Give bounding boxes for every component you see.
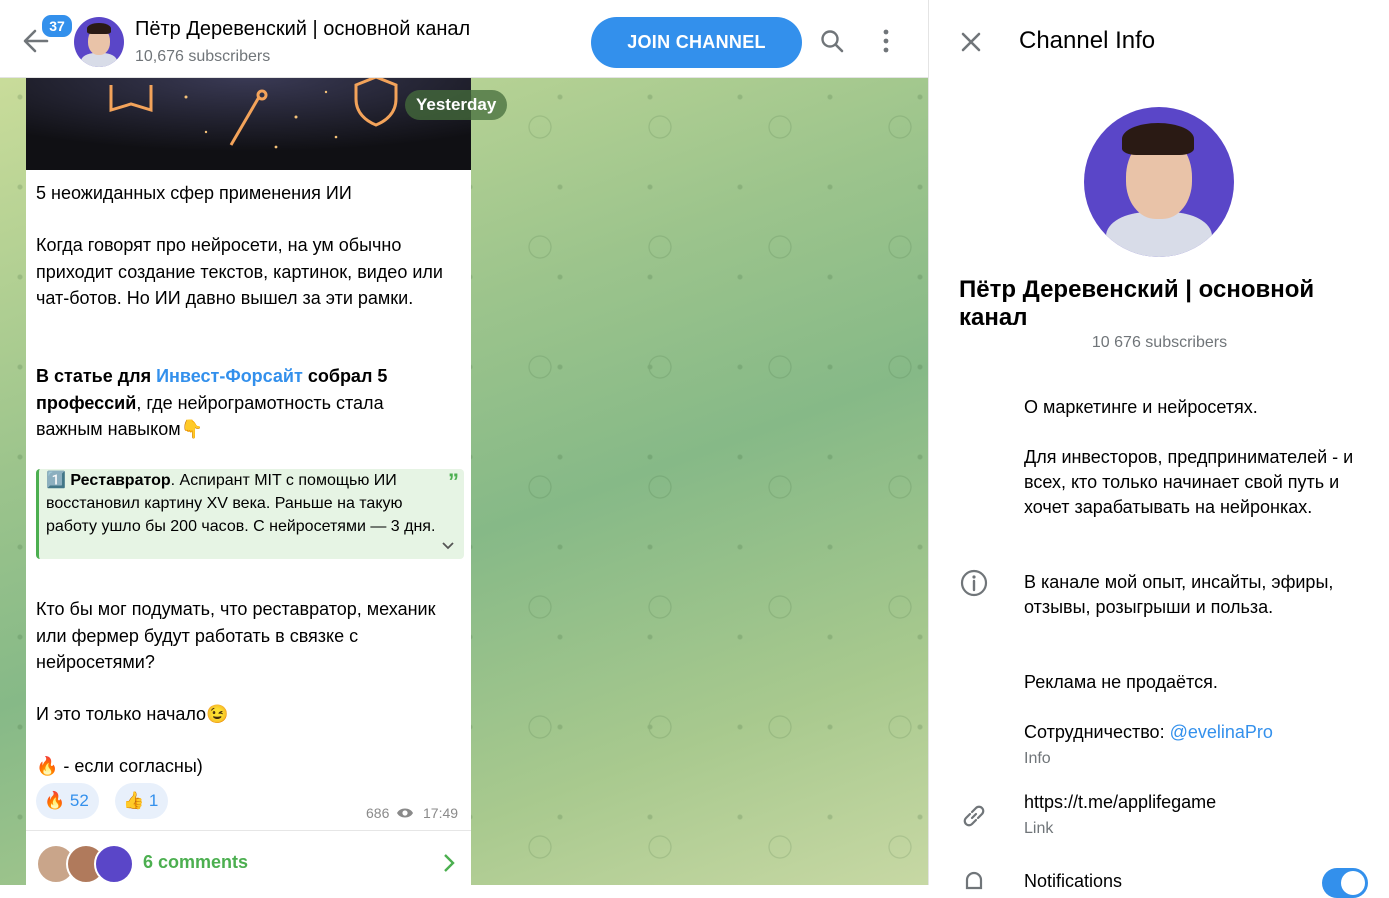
subscriber-count: 10 676 subscribers <box>1091 334 1228 351</box>
info-icon <box>960 569 988 597</box>
text-bold: В статье для <box>36 366 157 386</box>
description-line: О маркетинге и нейросетях. <box>1024 397 1258 417</box>
post-paragraph: В статье для Инвест-Форсайт собрал 5 про… <box>36 363 446 443</box>
views-count: 686 <box>366 805 390 821</box>
description-line: В канале мой опыт, инсайты, эфиры, отзыв… <box>1024 572 1334 617</box>
date-badge: Yesterday <box>405 90 508 120</box>
quote-icon: ” <box>448 469 459 494</box>
close-icon[interactable] <box>959 30 983 54</box>
chat-pane: 5 неожиданных сфер применения ИИ Когда г… <box>0 0 928 885</box>
post-paragraph: И это только начало😉 <box>36 704 229 724</box>
channel-link[interactable]: https://t.me/applifegame <box>1024 790 1369 815</box>
channel-title[interactable]: Пётр Деревенский | основной канал <box>135 18 470 41</box>
bell-icon <box>965 871 983 890</box>
blockquote[interactable]: 1️⃣ Реставратор. Аспирант MIT с помощью … <box>36 469 464 559</box>
reaction-thumbs-up[interactable]: 👍 1 <box>115 783 169 819</box>
reaction-count: 1 <box>148 791 159 810</box>
channel-name: Пётр Деревенский | основной канал <box>959 276 1315 331</box>
reaction-fire[interactable]: 🔥 52 <box>36 783 99 819</box>
channel-avatar[interactable] <box>74 17 124 67</box>
post-paragraph: 🔥 - если согласны) <box>36 756 203 776</box>
post-paragraph: Кто бы мог подумать, что реставратор, ме… <box>36 599 436 672</box>
link-label: Link <box>1024 820 1054 837</box>
panel-title: Channel Info <box>1019 27 1156 54</box>
text: Сотрудничество: <box>1024 722 1170 742</box>
notifications-toggle[interactable] <box>1322 868 1368 898</box>
post-paragraph: Когда говорят про нейросети, на ум обычн… <box>36 235 443 308</box>
link-icon <box>963 805 985 827</box>
unread-badge: 37 <box>40 13 74 39</box>
channel-info-panel: Channel Info Пётр Деревенский | основной… <box>928 0 1389 898</box>
chevron-down-icon[interactable] <box>440 537 456 553</box>
chevron-right-icon[interactable] <box>439 852 459 874</box>
invest-forsight-link[interactable]: Инвест-Форсайт <box>156 366 303 386</box>
description-line: Сотрудничество: @evelinaPro <box>1024 720 1369 745</box>
quote-bold: Реставратор <box>70 472 171 489</box>
channel-avatar-large[interactable] <box>1084 107 1234 257</box>
eye-icon <box>397 808 413 818</box>
quote-text: 1️⃣ Реставратор. Аспирант MIT с помощью … <box>46 469 436 538</box>
fire-emoji: 🔥 <box>44 791 66 810</box>
post-image[interactable] <box>26 77 471 170</box>
join-channel-button[interactable]: JOIN CHANNEL <box>591 17 802 68</box>
comments-link[interactable]: 6 comments <box>143 852 248 873</box>
reaction-count: 52 <box>69 791 89 810</box>
keycap-one: 1️⃣ <box>46 472 66 489</box>
channel-post: 5 неожиданных сфер применения ИИ Когда г… <box>26 77 471 885</box>
post-time: 17:49 <box>423 805 459 821</box>
chat-header: 37 Пётр Деревенский | основной канал 10,… <box>0 0 928 78</box>
post-title: 5 неожиданных сфер применения ИИ <box>36 183 352 203</box>
evelinapro-link[interactable]: @evelinaPro <box>1170 722 1273 742</box>
divider <box>26 830 471 831</box>
more-vertical-icon[interactable] <box>873 28 899 54</box>
search-icon[interactable] <box>819 28 845 54</box>
commenter-avatar <box>94 844 134 884</box>
description-line: Реклама не продаётся. <box>1024 672 1218 692</box>
info-label: Info <box>1024 750 1051 767</box>
notifications-label: Notifications <box>1024 871 1123 891</box>
thumbs-up-emoji: 👍 <box>123 791 145 810</box>
subscriber-count: 10,676 subscribers <box>135 48 271 65</box>
description-line: Для инвесторов, предпринимателей - и все… <box>1024 447 1354 517</box>
